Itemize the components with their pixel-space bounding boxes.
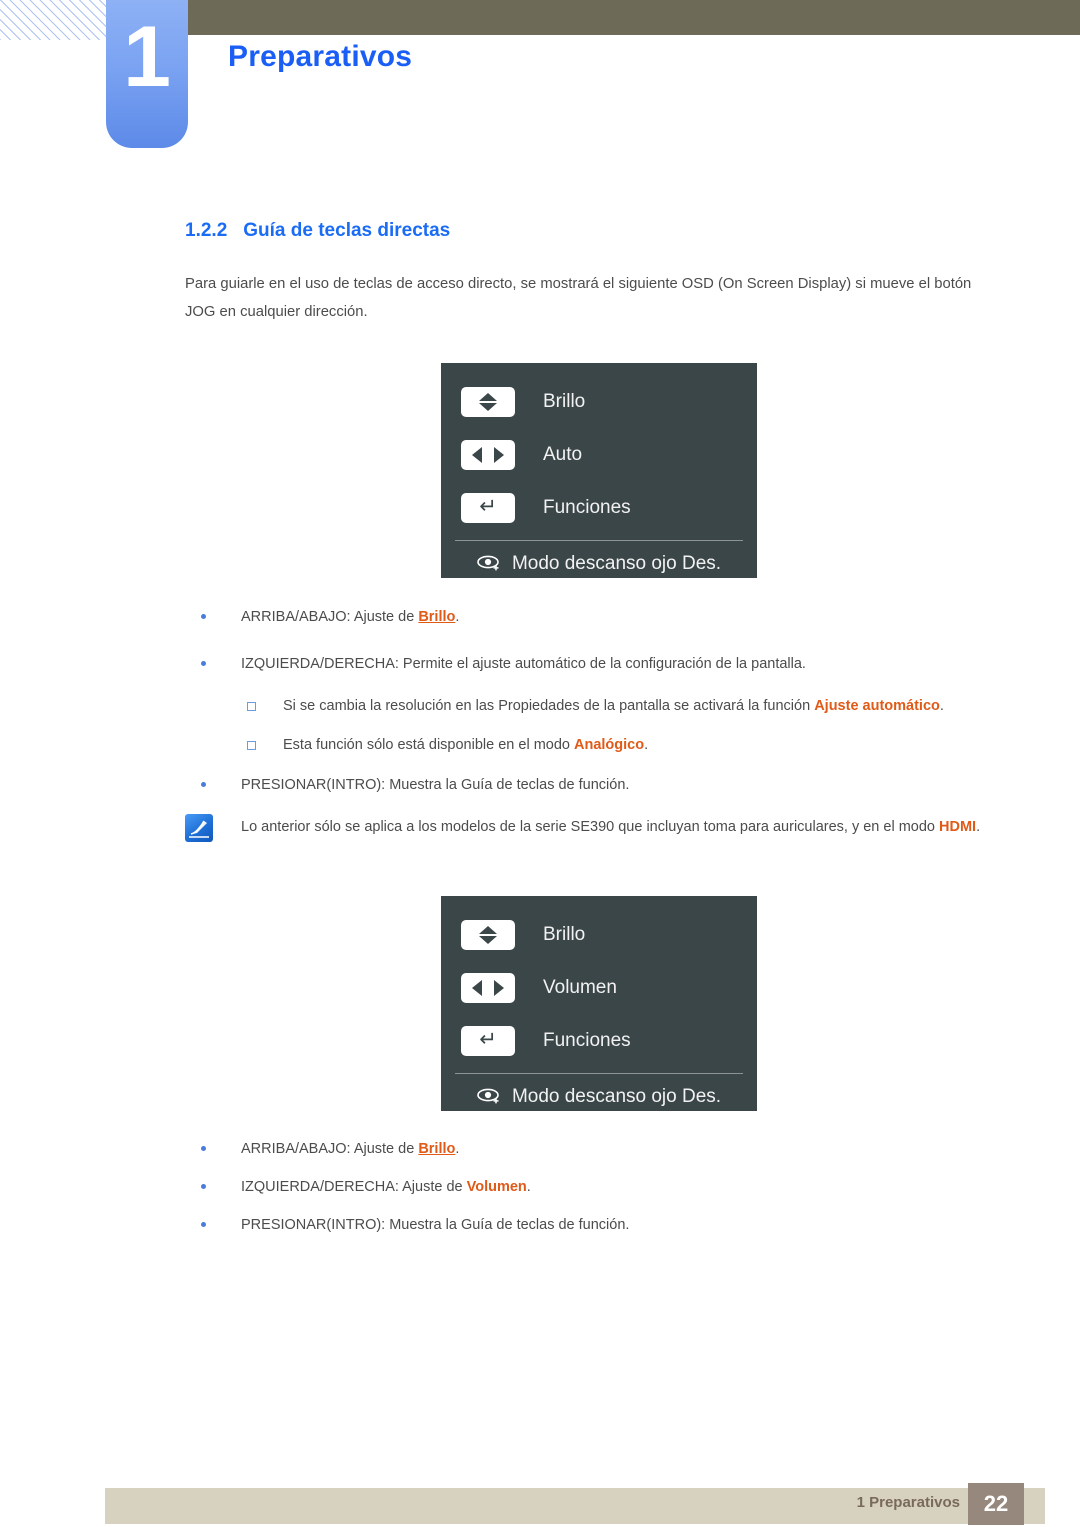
osd-row-label: Auto [543, 443, 583, 465]
osd-row: Brillo [441, 375, 757, 428]
list-item-text-post: . [526, 1179, 531, 1195]
left-right-arrow-glyph [472, 979, 504, 996]
section-number: 1.2.2 [185, 220, 228, 241]
list-item-text-post: . [455, 1141, 460, 1157]
sub-list-item: Esta función sólo está disponible en el … [185, 730, 1015, 761]
highlight-term: Volumen [466, 1179, 527, 1195]
osd-row-label: Brillo [543, 923, 586, 945]
osd-footer-label: Modo descanso ojo Des. [511, 1086, 722, 1107]
list-item-text-post: . [455, 609, 460, 625]
header-bar [180, 0, 1080, 35]
list-item: IZQUIERDA/DERECHA: Permite el ajuste aut… [185, 652, 1015, 677]
osd-footer-row: Modo descanso ojo Des. [441, 541, 757, 587]
highlight-term: HDMI [939, 819, 977, 835]
note-block: Lo anterior sólo se aplica a los modelos… [185, 812, 1015, 843]
sub-item-text-post: . [644, 737, 649, 753]
osd-row-label: Funciones [543, 496, 631, 518]
eye-icon [477, 1086, 503, 1109]
osd-row-label: Funciones [543, 1029, 631, 1051]
section-heading: 1.2.2 Guía de teclas directas [185, 220, 450, 242]
osd-row-label: Volumen [543, 976, 617, 998]
chapter-number-tab: 1 [106, 0, 188, 148]
eye-icon [477, 553, 503, 576]
left-right-arrow-icon [461, 972, 515, 1003]
highlight-term: Analógico [574, 737, 645, 753]
section-title-text: Guía de teclas directas [243, 220, 451, 241]
list-item: ARRIBA/ABAJO: Ajuste de Brillo. [185, 1137, 1015, 1162]
osd-row: Brillo [441, 908, 757, 961]
sub-item-text-pre: Esta función sólo está disponible en el … [283, 737, 574, 753]
osd-row: Volumen [441, 961, 757, 1014]
list-item: ARRIBA/ABAJO: Ajuste de Brillo. [185, 605, 1015, 630]
osd-row: ↵ Funciones [441, 481, 757, 534]
note-pen-icon [185, 814, 213, 842]
up-down-arrow-icon [461, 919, 515, 950]
osd-row: Auto [441, 428, 757, 481]
page-number-badge: 22 [968, 1483, 1024, 1525]
enter-arrow-glyph: ↵ [479, 495, 497, 518]
note-text-pre: Lo anterior sólo se aplica a los modelos… [241, 819, 940, 835]
footer-label: 1 Preparativos [856, 1494, 960, 1511]
highlight-term: Brillo [418, 609, 456, 625]
list-item: IZQUIERDA/DERECHA: Ajuste de Volumen. [185, 1175, 1015, 1200]
enter-arrow-icon: ↵ [461, 492, 515, 523]
list-item-text-pre: IZQUIERDA/DERECHA: Ajuste de [241, 1179, 467, 1195]
osd-footer-row: Modo descanso ojo Des. [441, 1074, 757, 1120]
list-item-text-pre: ARRIBA/ABAJO: Ajuste de [241, 1141, 419, 1157]
sub-list-item: Si se cambia la resolución en las Propie… [185, 691, 1015, 722]
sub-item-text-post: . [939, 698, 944, 714]
list-item-text-pre: ARRIBA/ABAJO: Ajuste de [241, 609, 419, 625]
chapter-number: 1 [123, 9, 171, 105]
osd-row: ↵ Funciones [441, 1014, 757, 1067]
decorative-hatch-pattern [0, 0, 108, 40]
bullet-list-first: ARRIBA/ABAJO: Ajuste de Brillo. IZQUIERD… [185, 605, 1015, 820]
note-text: Lo anterior sólo se aplica a los modelos… [241, 812, 1021, 843]
enter-arrow-glyph: ↵ [479, 1028, 497, 1051]
osd-preview-second: Brillo Volumen ↵ Funciones Modo descanso… [441, 896, 757, 1111]
highlight-term: Brillo [418, 1141, 456, 1157]
chapter-title: Preparativos [228, 40, 413, 73]
osd-footer-label: Modo descanso ojo Des. [511, 553, 722, 574]
list-item: PRESIONAR(INTRO): Muestra la Guía de tec… [185, 1213, 1015, 1238]
up-down-arrow-icon [461, 386, 515, 417]
highlight-term: Ajuste automático [814, 698, 940, 714]
up-down-arrow-glyph [479, 392, 497, 411]
sub-item-text-pre: Si se cambia la resolución en las Propie… [283, 698, 815, 714]
osd-rows-first: Brillo Auto ↵ Funciones Modo descanso oj… [441, 363, 757, 587]
osd-rows-second: Brillo Volumen ↵ Funciones Modo descanso… [441, 896, 757, 1120]
left-right-arrow-icon [461, 439, 515, 470]
enter-arrow-icon: ↵ [461, 1025, 515, 1056]
osd-row-label: Brillo [543, 390, 586, 412]
list-item: PRESIONAR(INTRO): Muestra la Guía de tec… [185, 773, 1015, 798]
note-text-post: . [976, 819, 981, 835]
intro-paragraph: Para guiarle en el uso de teclas de acce… [185, 276, 972, 320]
osd-preview-first: Brillo Auto ↵ Funciones Modo descanso oj… [441, 363, 757, 578]
up-down-arrow-glyph [479, 925, 497, 944]
left-right-arrow-glyph [472, 446, 504, 463]
document-page: 1 Preparativos 1.2.2 Guía de teclas direc… [0, 0, 1080, 1527]
bullet-list-second: ARRIBA/ABAJO: Ajuste de Brillo. IZQUIERD… [185, 1137, 1015, 1260]
